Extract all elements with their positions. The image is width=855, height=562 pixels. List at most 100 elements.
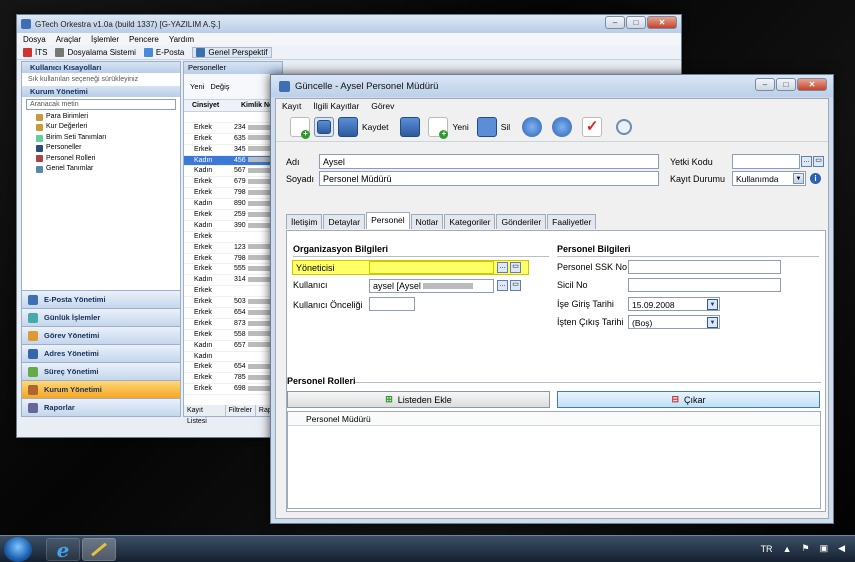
nav-eposta[interactable]: E-Posta Yönetimi [22,290,180,308]
table-row[interactable]: Erkek 123 [184,243,282,254]
table-row[interactable]: Erkek 234 [184,123,282,134]
col-cinsiyet[interactable]: Cinsiyet [184,100,233,111]
nav-raporlar[interactable]: Raporlar [22,398,180,416]
table-row[interactable]: Erkek 785 [184,373,282,385]
table-row[interactable]: Erkek 558 [184,330,282,341]
menu-islemler[interactable]: İşlemler [91,35,119,44]
surname-input[interactable]: Personel Müdürü [319,171,659,186]
manager-clear-button[interactable]: ▭ [510,262,521,273]
minimize-button[interactable]: – [605,16,625,29]
nav-gorev[interactable]: Görev Yönetimi [22,326,180,344]
add-from-list-button[interactable]: ⊞ Listeden Ekle [287,391,550,408]
maximize-button[interactable]: □ [626,16,646,29]
dialog-titlebar[interactable]: Güncelle - Aysel Personel Müdürü – □ ✕ [271,75,833,97]
tree-item-personel-rolleri[interactable]: Personel Rolleri [36,154,180,164]
tab-filtreler[interactable]: Filtreler [226,405,256,416]
table-row[interactable]: Erkek 798 [184,188,282,200]
manager-lookup-button[interactable]: … [497,262,508,273]
network-icon[interactable]: ▣ [820,543,829,554]
dmenu-gorev[interactable]: Görev [371,101,394,111]
move-down-button[interactable] [552,116,573,137]
user-lookup-button[interactable]: … [497,280,508,291]
nav-kurum[interactable]: Kurum Yönetimi [22,380,180,398]
table-row[interactable]: Erkek 654 [184,362,282,374]
dialog-close-button[interactable]: ✕ [797,78,827,91]
table-row[interactable]: Erkek 555 [184,264,282,276]
user-priority-input[interactable] [369,297,415,311]
auth-lookup-button[interactable]: … [801,156,812,167]
tree-item-para-birimleri[interactable]: Para Birimleri [36,112,180,122]
tab-notlar[interactable]: Notlar [410,214,444,229]
table-row[interactable]: Erkek 698 [184,384,282,396]
dialog-maximize-button[interactable]: □ [776,78,796,91]
tree-item-birim-seti[interactable]: Birim Seti Tanımları [36,133,180,143]
table-row[interactable] [184,112,282,123]
new-with-cursor-button[interactable] [290,116,310,139]
close-button[interactable]: ✕ [647,16,677,29]
table-row[interactable]: Erkek 679 [184,177,282,189]
table-row[interactable]: Erkek 503 [184,297,282,309]
ssk-input[interactable] [628,260,781,274]
grid-new-button[interactable]: Yeni [190,82,204,91]
delete-button[interactable]: Sil [476,116,510,137]
status-select[interactable]: Kullanımda ▼ [732,171,806,186]
menu-yardim[interactable]: Yardım [169,35,194,44]
table-row[interactable]: Kadın 314 [184,275,282,287]
grid-edit-button[interactable]: Değiş [210,82,229,91]
tree-search-input[interactable]: Aranacak metin [26,99,176,110]
tab-detaylar[interactable]: Detaylar [323,214,366,229]
menu-dosya[interactable]: Dosya [23,35,46,44]
table-row[interactable]: Erkek [184,232,282,243]
end-date-picker[interactable]: (Boş) ▼ [628,315,720,329]
taskbar-orkestra[interactable] [82,538,116,561]
toolbar-dosyalama[interactable]: Dosyalama Sistemi [55,47,136,57]
tab-gonderiler[interactable]: Gönderiler [496,214,547,229]
save-new-button[interactable] [400,116,421,137]
tree-item-kur-degerleri[interactable]: Kur Değerleri [36,122,180,132]
dmenu-kayit[interactable]: Kayıt [282,101,301,111]
volume-icon[interactable]: ◀ [838,543,845,554]
start-date-picker[interactable]: 15.09.2008 ▼ [628,297,720,311]
remove-button[interactable]: ⊟ Çıkar [557,391,820,408]
tab-iletisim[interactable]: İletişim [286,214,323,229]
toolbar-genel-perspektif[interactable]: Genel Perspektif [192,46,272,58]
manager-input[interactable] [369,261,494,274]
nav-adres[interactable]: Adres Yönetimi [22,344,180,362]
roles-list-header[interactable]: Personel Müdürü [288,412,820,426]
nav-surec[interactable]: Süreç Yönetimi [22,362,180,380]
table-row[interactable]: Erkek 798 [184,254,282,265]
toolbar-eposta[interactable]: E-Posta [143,47,184,57]
menu-araclar[interactable]: Araçlar [56,35,81,44]
sicil-input[interactable] [628,278,781,292]
nav-gunluk[interactable]: Günlük İşlemler [22,308,180,326]
tab-kategoriler[interactable]: Kategoriler [444,214,496,229]
shortcuts-header[interactable]: Kullanıcı Kısayolları [22,62,180,73]
auth-clear-button[interactable]: ▭ [813,156,824,167]
main-titlebar[interactable]: GTech Orkestra v1.0a (build 1337) [G-YAZ… [17,15,681,33]
dialog-minimize-button[interactable]: – [755,78,775,91]
name-input[interactable]: Aysel [319,154,659,169]
table-row[interactable]: Erkek [184,286,282,298]
taskbar-ie[interactable]: e [46,538,80,562]
menu-pencere[interactable]: Pencere [129,35,159,44]
module-header[interactable]: Kurum Yönetimi [22,86,180,97]
tree-item-personeller[interactable]: Personeller [36,143,180,153]
new-button[interactable]: Yeni [428,116,469,139]
save-button[interactable]: Kaydet [338,116,388,137]
table-row[interactable]: Erkek 259 [184,210,282,221]
table-row[interactable]: Kadın 390 [184,221,282,232]
flag-icon[interactable]: ⚑ [801,543,809,554]
user-clear-button[interactable]: ▭ [510,280,521,291]
user-input[interactable]: aysel [Aysel [369,279,494,293]
table-row[interactable]: Erkek 635 [184,134,282,145]
roles-list[interactable]: Personel Müdürü [287,411,821,509]
table-row[interactable]: Kadın 456 [184,155,282,167]
approve-button[interactable]: ✓ [582,116,603,137]
table-row[interactable]: Kadın 657 [184,341,282,352]
tab-personeller[interactable]: Personeller [184,62,282,74]
table-row[interactable]: Kadın 567 [184,166,282,178]
tree-item-genel-tanimlar[interactable]: Genel Tanımlar [36,164,180,174]
tray-expand-icon[interactable]: ▲ [783,544,792,554]
language-indicator[interactable]: TR [761,544,773,554]
start-button[interactable] [4,537,32,562]
